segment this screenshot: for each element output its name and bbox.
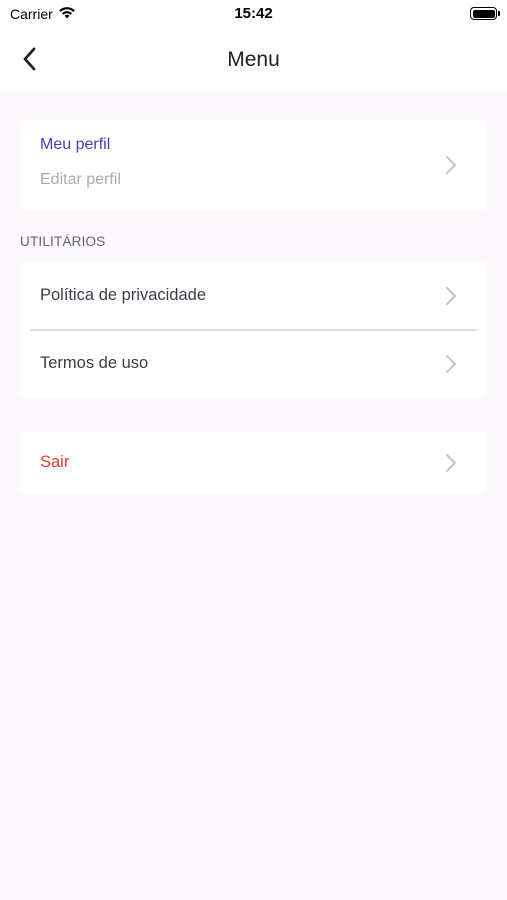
chevron-right-icon xyxy=(446,287,456,305)
battery-icon xyxy=(470,7,500,20)
utilities-card: Política de privacidade Termos de uso xyxy=(20,262,487,398)
battery-level xyxy=(472,9,495,18)
logout-row[interactable]: Sair xyxy=(20,432,487,494)
navigation-bar: Menu xyxy=(0,28,507,92)
page-title: Menu xyxy=(227,48,280,71)
logout-label: Sair xyxy=(40,453,70,471)
profile-row[interactable]: Meu perfil Editar perfil xyxy=(20,120,487,210)
terms-of-use-row[interactable]: Termos de uso xyxy=(20,330,487,398)
profile-title: Meu perfil xyxy=(40,136,111,153)
chevron-right-icon xyxy=(446,454,456,472)
terms-of-use-label: Termos de uso xyxy=(40,354,149,372)
chevron-right-icon xyxy=(446,355,456,373)
status-time: 15:42 xyxy=(234,5,273,22)
battery-cap xyxy=(498,11,500,16)
status-bar: Carrier 15:42 xyxy=(0,0,507,28)
menu-screen: Carrier 15:42 Menu Meu perfil Editar per… xyxy=(0,0,507,900)
section-header-utilities: UTILITÁRIOS xyxy=(20,234,106,249)
privacy-policy-row[interactable]: Política de privacidade xyxy=(20,262,487,331)
chevron-right-icon xyxy=(446,156,456,174)
privacy-policy-label: Política de privacidade xyxy=(40,286,207,304)
profile-subtitle: Editar perfil xyxy=(40,171,121,188)
